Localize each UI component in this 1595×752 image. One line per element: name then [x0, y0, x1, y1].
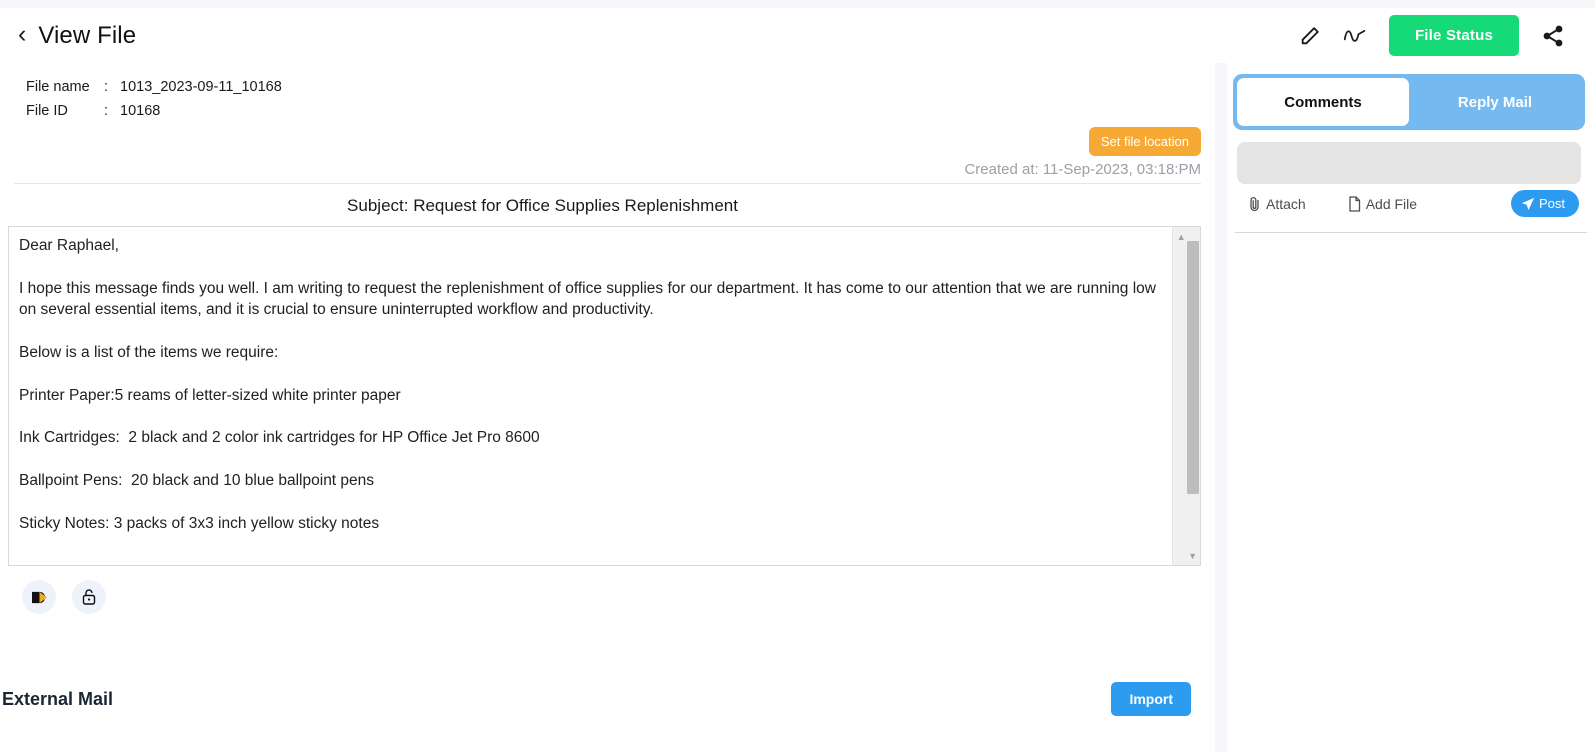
file-id-row: File ID : 10168 — [26, 103, 1215, 119]
tab-reply-mail[interactable]: Reply Mail — [1409, 78, 1581, 126]
pencil-icon[interactable] — [1299, 25, 1321, 47]
mail-subject: Subject: Request for Office Supplies Rep… — [347, 196, 738, 215]
file-id-label: File ID — [26, 103, 68, 119]
external-mail-title: External Mail — [2, 688, 114, 709]
mail-body-text: Dear Raphael, I hope this message finds … — [19, 237, 1156, 532]
add-file-label: Add File — [1365, 196, 1418, 212]
post-comment-button[interactable]: Post — [1510, 190, 1579, 217]
top-bar: ‹ View File File Status — [0, 8, 1595, 63]
comments-panel: Comments Reply Mail Attach Add File Post — [1227, 63, 1595, 752]
comments-divider — [1235, 232, 1587, 233]
file-id-colon: : — [104, 103, 109, 119]
mail-body-container: Dear Raphael, I hope this message finds … — [8, 226, 1201, 566]
file-location-row: Set file location Created at: 11-Sep-202… — [0, 127, 1215, 183]
file-name-label: File name — [26, 79, 90, 95]
page-title: View File — [38, 21, 137, 49]
created-at-text: Created at: 11-Sep-2023, 03:18:PM — [964, 161, 1201, 178]
scroll-down-arrow-icon[interactable]: ▼ — [1188, 551, 1197, 561]
top-bar-right: File Status — [1299, 15, 1579, 56]
mail-scrollbar[interactable]: ▲ ▲ ▼ — [1172, 227, 1200, 565]
send-mail-button[interactable] — [22, 580, 56, 614]
send-arrow-icon — [31, 590, 48, 605]
file-icon — [1348, 196, 1361, 212]
mail-scrollbar-thumb[interactable] — [1187, 241, 1199, 494]
set-file-location-button[interactable]: Set file location — [1088, 127, 1201, 156]
comments-tab-bar: Comments Reply Mail — [1233, 74, 1585, 130]
unlocked-padlock-icon — [81, 588, 97, 606]
post-label: Post — [1538, 196, 1565, 211]
share-icon[interactable] — [1541, 24, 1565, 48]
attach-button[interactable]: Attach — [1249, 196, 1306, 212]
mail-action-buttons — [0, 566, 1215, 614]
paperclip-icon — [1249, 196, 1261, 212]
mail-scrollbar-track[interactable]: ▼ — [1186, 227, 1200, 565]
import-button[interactable]: Import — [1111, 682, 1191, 716]
activity-graph-icon[interactable] — [1343, 25, 1367, 47]
file-meta: File name : 1013_2023-09-11_10168 File I… — [0, 63, 1215, 119]
file-status-button[interactable]: File Status — [1388, 15, 1519, 56]
file-name-row: File name : 1013_2023-09-11_10168 — [26, 79, 1215, 95]
app-root: ‹ View File File Status File name: 1013… — [0, 0, 1595, 752]
scroll-up-arrow-icon[interactable]: ▲ — [1177, 232, 1186, 242]
external-mail-row: External Mail Import — [0, 682, 1215, 716]
paper-plane-icon — [1521, 197, 1535, 211]
add-file-button[interactable]: Add File — [1348, 196, 1417, 212]
file-id-value: 10168 — [120, 103, 161, 119]
top-bar-left: ‹ View File — [18, 21, 137, 50]
comment-input[interactable] — [1237, 142, 1581, 184]
file-name-colon: : — [104, 79, 109, 95]
attach-label: Attach — [1266, 196, 1306, 212]
comment-tools: Attach Add File Post — [1227, 184, 1595, 217]
chevron-left-icon[interactable]: ‹ — [18, 21, 26, 50]
tab-comments[interactable]: Comments — [1237, 78, 1409, 126]
file-detail-panel: File name : 1013_2023-09-11_10168 File I… — [0, 63, 1215, 752]
file-name-value: 1013_2023-09-11_10168 — [120, 79, 282, 95]
lock-file-button[interactable] — [72, 580, 106, 614]
